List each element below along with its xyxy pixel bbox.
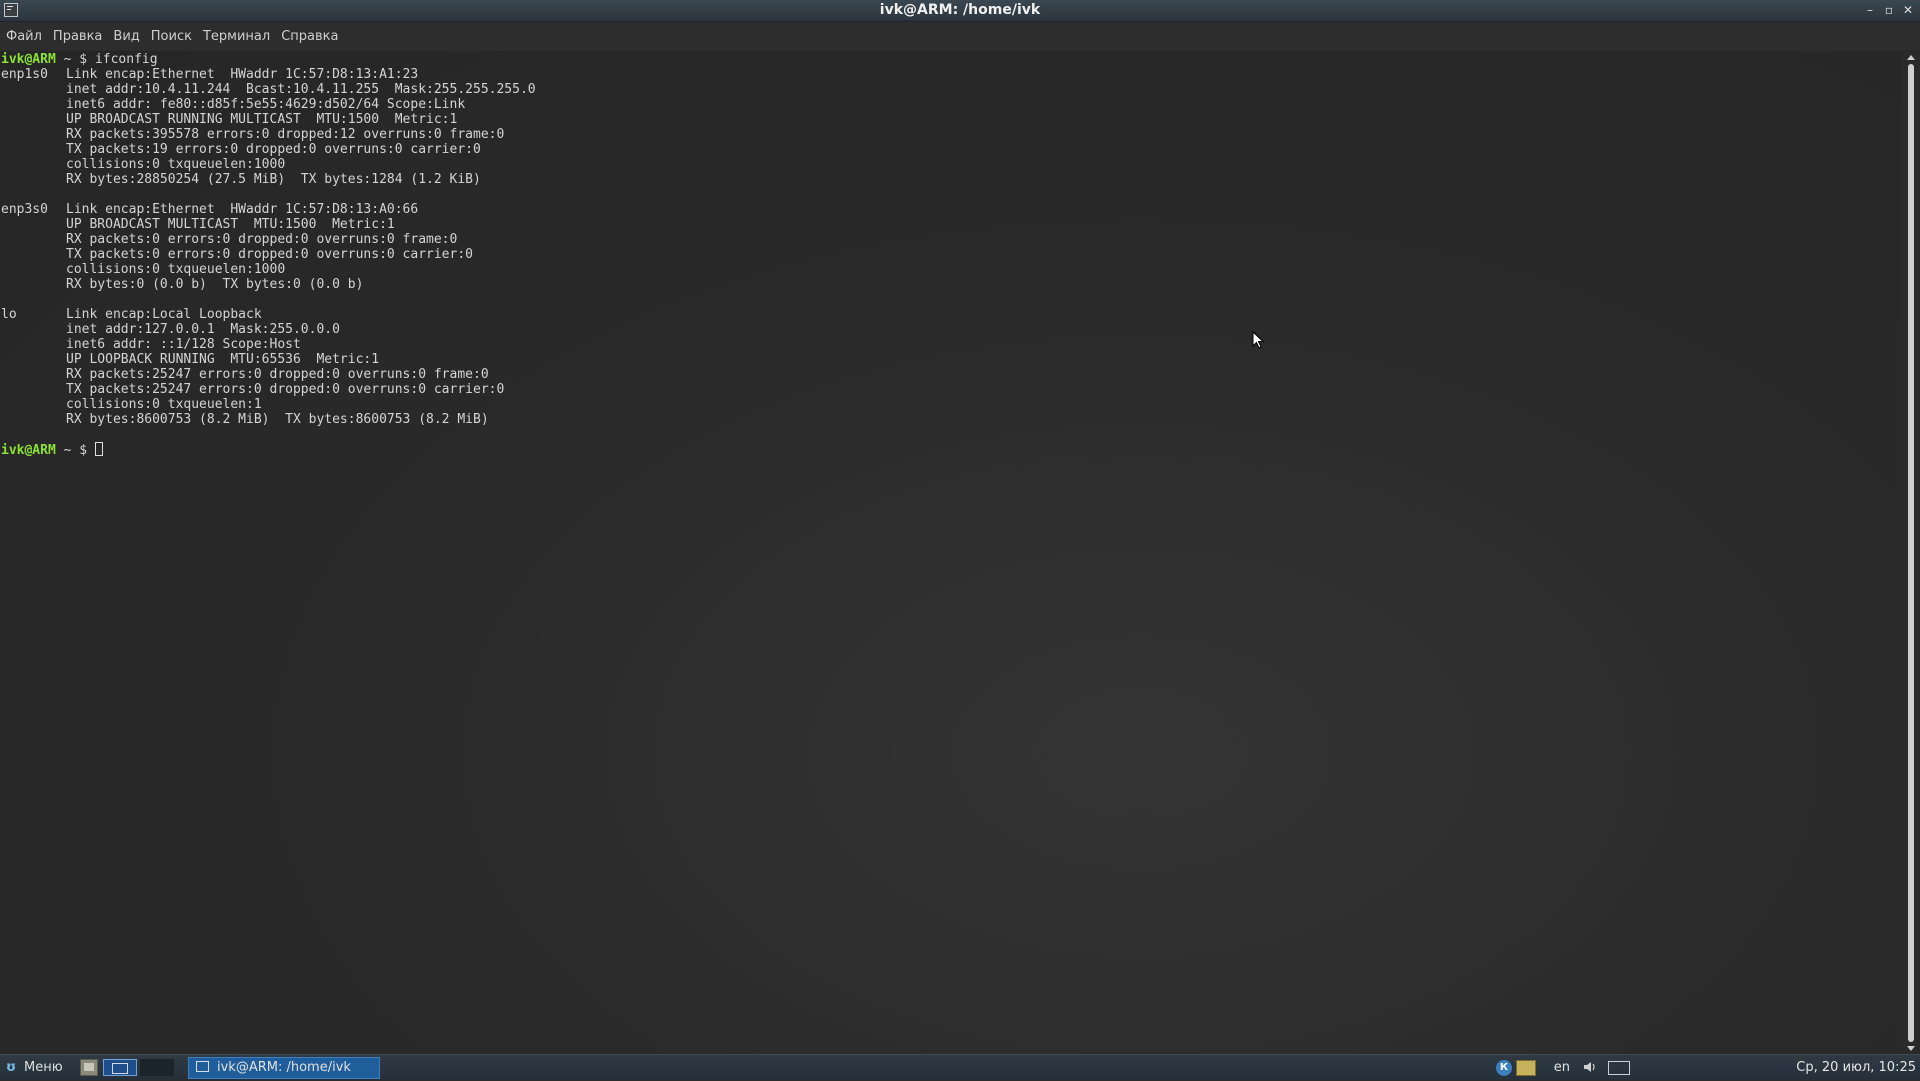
- output-line: TX packets:25247 errors:0 dropped:0 over…: [66, 382, 505, 397]
- terminal-line: UP BROADCAST MULTICAST MTU:1500 Metric:1: [1, 217, 1902, 232]
- maximize-button[interactable]: ▫: [1881, 2, 1897, 18]
- terminal-line: RX bytes:28850254 (27.5 MiB) TX bytes:12…: [1, 172, 1902, 187]
- menu-item-5[interactable]: Справка: [275, 22, 343, 52]
- file-manager-icon[interactable]: [80, 1059, 98, 1076]
- window-titlebar[interactable]: ivk@ARM: /home/ivk – ▫ ✕: [0, 0, 1920, 22]
- terminal-launcher-icon[interactable]: [103, 1059, 137, 1076]
- vertical-scrollbar[interactable]: [1902, 52, 1920, 1054]
- terminal-line: RX bytes:8600753 (8.2 MiB) TX bytes:8600…: [1, 412, 1902, 427]
- terminal-output[interactable]: ivk@ARM ~ $ ifconfig enp1s0 Link encap:Eth…: [0, 52, 1902, 1054]
- output-line: RX packets:0 errors:0 dropped:0 overruns…: [66, 232, 458, 247]
- output-line: collisions:0 txqueuelen:1000: [66, 262, 286, 277]
- system-tray: К en Ср, 20 июл, 10:25: [1480, 1055, 1920, 1081]
- terminal-line: RX packets:0 errors:0 dropped:0 overruns…: [1, 232, 1902, 247]
- start-menu-button[interactable]: ʊ Меню: [6, 1058, 63, 1078]
- terminal-line: collisions:0 txqueuelen:1000: [1, 262, 1902, 277]
- terminal-line: collisions:0 txqueuelen:1: [1, 397, 1902, 412]
- text-cursor: [94, 442, 103, 456]
- volume-icon[interactable]: [1582, 1059, 1598, 1077]
- window-title: ivk@ARM: /home/ivk: [879, 2, 1041, 18]
- terminal-line: inet6 addr: fe80::d85f:5e55:4629:d502/64…: [1, 97, 1902, 112]
- minimize-button[interactable]: –: [1862, 2, 1878, 18]
- output-line: RX bytes:8600753 (8.2 MiB) TX bytes:8600…: [66, 412, 489, 427]
- output-line: UP BROADCAST MULTICAST MTU:1500 Metric:1: [66, 217, 395, 232]
- terminal-line: inet addr:10.4.11.244 Bcast:10.4.11.255 …: [1, 82, 1902, 97]
- menu-icon: ʊ: [6, 1060, 17, 1075]
- output-line: RX packets:395578 errors:0 dropped:12 ov…: [66, 127, 505, 142]
- terminal-line: enp3s0 Link encap:Ethernet HWaddr 1C:57:D…: [1, 202, 1902, 217]
- terminal-line: enp1s0 Link encap:Ethernet HWaddr 1C:57:D…: [1, 67, 1902, 82]
- terminal-line: RX packets:25247 errors:0 dropped:0 over…: [1, 367, 1902, 382]
- terminal-icon: [196, 1061, 209, 1072]
- output-line: TX packets:0 errors:0 dropped:0 overruns…: [66, 247, 473, 262]
- output-line: collisions:0 txqueuelen:1: [66, 397, 262, 412]
- terminal-line: inet6 addr: ::1/128 Scope:Host: [1, 337, 1902, 352]
- prompt-user: ivk@ARM: [1, 443, 56, 458]
- prompt-user: ivk@ARM: [1, 52, 56, 67]
- tray-app-icon[interactable]: [1516, 1060, 1536, 1076]
- output-line: Link encap:Ethernet HWaddr 1C:57:D8:13:A…: [66, 67, 419, 82]
- terminal-line: collisions:0 txqueuelen:1000: [1, 157, 1902, 172]
- language-indicator[interactable]: en: [1554, 1059, 1570, 1077]
- output-line: inet addr:10.4.11.244 Bcast:10.4.11.255 …: [66, 82, 536, 97]
- interface-name: lo: [1, 307, 17, 322]
- output-line: inet6 addr: fe80::d85f:5e55:4629:d502/64…: [66, 97, 466, 112]
- terminal-line: UP LOOPBACK RUNNING MTU:65536 Metric:1: [1, 352, 1902, 367]
- clock[interactable]: Ср, 20 июл, 10:25: [1796, 1059, 1916, 1077]
- output-line: collisions:0 txqueuelen:1000: [66, 157, 286, 172]
- taskbar-item-label: ivk@ARM: /home/ivk: [217, 1060, 351, 1075]
- scrollbar-thumb[interactable]: [1908, 64, 1914, 1042]
- terminal-text[interactable]: ivk@ARM ~ $ ifconfig enp1s0 Link encap:Eth…: [0, 52, 1902, 458]
- output-line: inet6 addr: ::1/128 Scope:Host: [66, 337, 301, 352]
- output-line: Link encap:Ethernet HWaddr 1C:57:D8:13:A…: [66, 202, 419, 217]
- output-line: RX packets:25247 errors:0 dropped:0 over…: [66, 367, 489, 382]
- menu-item-3[interactable]: Поиск: [145, 22, 197, 52]
- menu-item-1[interactable]: Правка: [47, 22, 107, 52]
- terminal-line: TX packets:19 errors:0 dropped:0 overrun…: [1, 142, 1902, 157]
- prompt-path: ~ $: [55, 443, 95, 458]
- prompt-path: ~ $: [55, 52, 95, 67]
- menu-item-2[interactable]: Вид: [107, 22, 144, 52]
- output-line: TX packets:19 errors:0 dropped:0 overrun…: [66, 142, 481, 157]
- output-line: RX bytes:0 (0.0 b) TX bytes:0 (0.0 b): [66, 277, 364, 292]
- mouse-pointer-icon: [1252, 331, 1264, 349]
- terminal-line: inet addr:127.0.0.1 Mask:255.0.0.0: [1, 322, 1902, 337]
- output-line: Link encap:Local Loopback: [66, 307, 262, 322]
- menu-bar: Файл Правка Вид Поиск Терминал Справка: [0, 22, 1920, 52]
- scroll-down-icon[interactable]: [1907, 1046, 1915, 1051]
- menu-item-4[interactable]: Терминал: [197, 22, 275, 52]
- interface-name: enp3s0: [1, 202, 48, 217]
- taskbar-item-terminal[interactable]: ivk@ARM: /home/ivk: [188, 1057, 380, 1079]
- command-text: ifconfig: [94, 52, 158, 67]
- interface-name: enp1s0: [1, 67, 48, 82]
- terminal-line: lo Link encap:Local Loopback: [1, 307, 1902, 322]
- close-button[interactable]: ✕: [1900, 2, 1916, 18]
- terminal-line: RX bytes:0 (0.0 b) TX bytes:0 (0.0 b): [1, 277, 1902, 292]
- terminal-line: RX packets:395578 errors:0 dropped:12 ov…: [1, 127, 1902, 142]
- terminal-line: UP BROADCAST RUNNING MULTICAST MTU:1500 …: [1, 112, 1902, 127]
- desktop-pager[interactable]: [140, 1059, 174, 1076]
- network-icon[interactable]: [1608, 1061, 1630, 1075]
- menu-item-0[interactable]: Файл: [0, 22, 47, 52]
- terminal-line: TX packets:25247 errors:0 dropped:0 over…: [1, 382, 1902, 397]
- output-line: inet addr:127.0.0.1 Mask:255.0.0.0: [66, 322, 340, 337]
- output-line: UP BROADCAST RUNNING MULTICAST MTU:1500 …: [66, 112, 458, 127]
- terminal-line: ivk@ARM ~ $: [1, 442, 1902, 458]
- start-menu-label: Меню: [24, 1060, 63, 1075]
- taskbar: ʊ Меню ivk@ARM: /home/ivk К en Ср, 20 июл…: [0, 1054, 1920, 1080]
- keyboard-layout-icon[interactable]: К: [1496, 1060, 1512, 1076]
- terminal-line: ivk@ARM ~ $ ifconfig: [1, 52, 1902, 67]
- scroll-up-icon[interactable]: [1907, 55, 1915, 60]
- output-line: UP LOOPBACK RUNNING MTU:65536 Metric:1: [66, 352, 380, 367]
- terminal-line: TX packets:0 errors:0 dropped:0 overruns…: [1, 247, 1902, 262]
- output-line: RX bytes:28850254 (27.5 MiB) TX bytes:12…: [66, 172, 481, 187]
